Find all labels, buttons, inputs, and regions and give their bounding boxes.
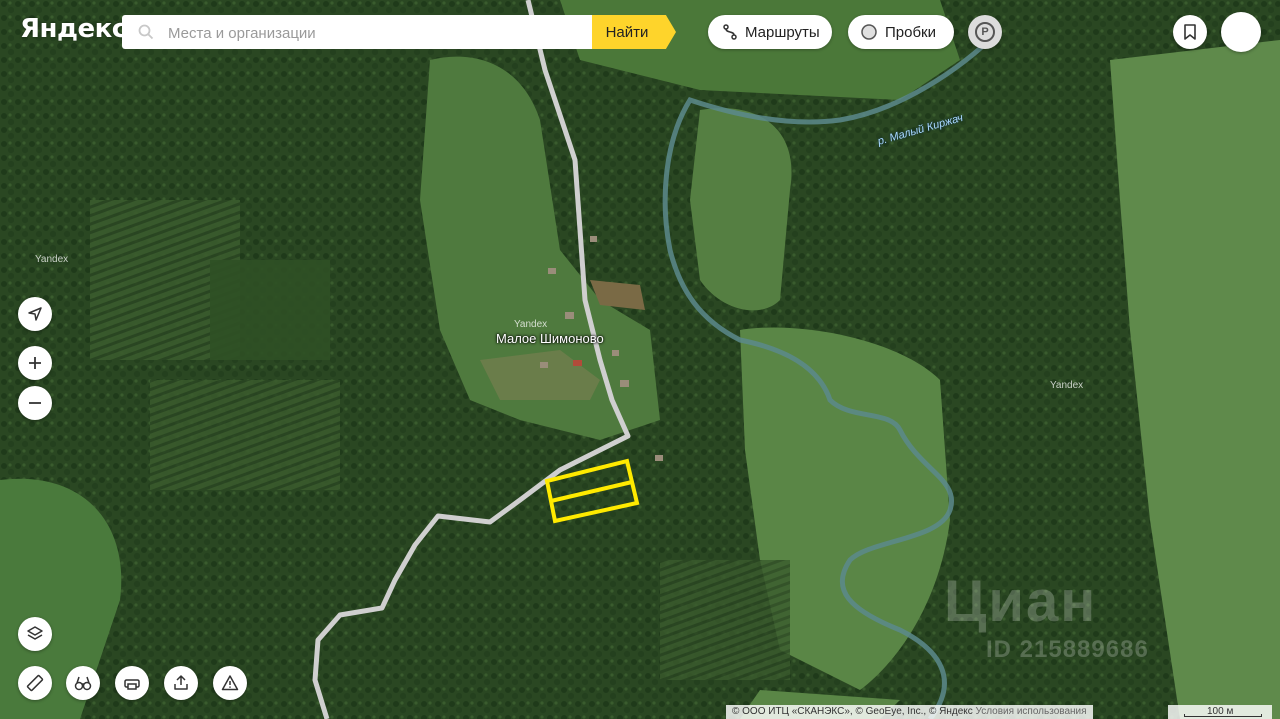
bookmarks-button[interactable] [1173,15,1207,49]
zoom-in-button[interactable] [18,346,52,380]
layers-button[interactable] [18,617,52,651]
share-icon [174,675,188,690]
panorama-button[interactable] [66,666,100,700]
layers-icon [27,626,43,640]
yandex-logo[interactable]: Яндекс [20,14,127,44]
copyright-text: © ООО ИТЦ «СКАНЭКС», © GeoEye, Inc., © Я… [732,706,973,717]
parking-button[interactable]: P [968,15,1002,49]
copyright-bar: © ООО ИТЦ «СКАНЭКС», © GeoEye, Inc., © Я… [726,705,1093,719]
meadow-river-north [690,108,792,311]
plantation-2 [150,380,340,490]
red-roof-house [573,360,582,366]
village-label[interactable]: Малое Шимоново [496,331,604,346]
route-icon [723,24,737,40]
bookmark-icon [1184,24,1196,40]
search-box [122,15,592,51]
plantation-3 [660,560,790,680]
warning-icon [221,675,239,691]
listing-id-watermark: ID 215889686 [986,636,1149,663]
locate-me-button[interactable] [18,297,52,331]
forest-dark-patch [210,260,330,360]
search-icon [138,24,154,40]
yandex-watermark: Yandex [514,319,548,330]
minus-icon [29,402,41,404]
printer-icon [124,679,140,690]
yandex-watermark: Yandex [1050,380,1084,391]
binoculars-icon [74,676,92,691]
zoom-out-button[interactable] [18,386,52,420]
routes-label: Маршруты [745,23,820,41]
traffic-icon [861,24,877,40]
search-input[interactable] [166,15,580,51]
yandex-watermark: Yandex [35,254,69,265]
share-button[interactable] [164,666,198,700]
parking-icon: P [975,22,995,42]
listing-watermark: Циан [944,569,1098,634]
ruler-button[interactable] [18,666,52,700]
scale-label: 100 м [1207,706,1234,717]
traffic-label: Пробки [885,23,936,41]
ruler-icon [26,674,44,692]
traffic-button[interactable]: Пробки [848,15,954,49]
find-button[interactable]: Найти [592,15,676,49]
location-arrow-icon [28,307,42,321]
scale-bar[interactable]: 100 м [1168,705,1272,719]
print-button[interactable] [115,666,149,700]
routes-button[interactable]: Маршруты [708,15,832,49]
user-avatar[interactable] [1221,12,1261,52]
plus-icon [29,357,41,369]
terms-link[interactable]: Условия использования [976,706,1087,717]
report-error-button[interactable] [213,666,247,700]
